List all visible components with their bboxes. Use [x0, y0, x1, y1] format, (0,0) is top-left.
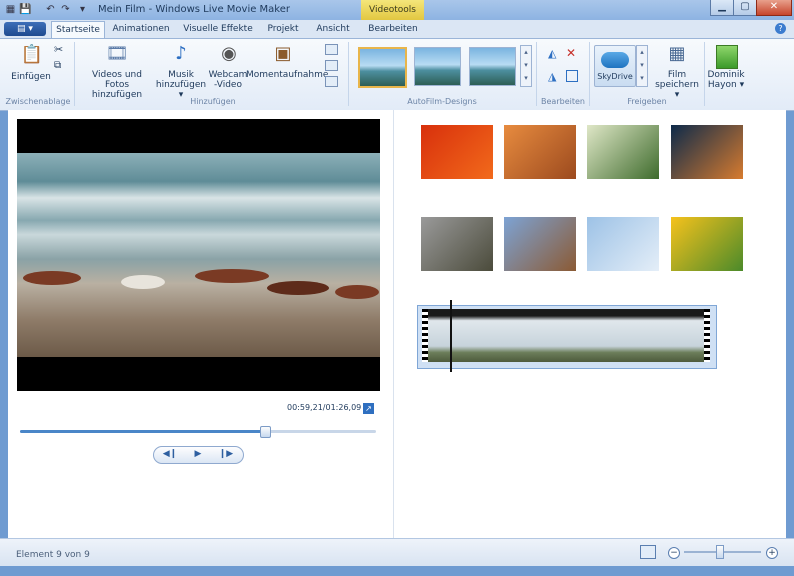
horse-shape: [121, 275, 165, 289]
webcam-video-button[interactable]: Webcam -Video: [208, 70, 248, 90]
group-label-zwischenablage: Zwischenablage: [5, 97, 71, 106]
tab-startseite[interactable]: Startseite: [51, 21, 105, 39]
copy-icon[interactable]: ⧉: [54, 60, 61, 71]
video-preview[interactable]: [17, 119, 380, 391]
avatar: [716, 45, 738, 69]
group-label-autofilm: AutoFilm-Designs: [407, 97, 477, 106]
select-all-icon[interactable]: [566, 70, 578, 82]
tab-animationen[interactable]: Animationen: [110, 21, 172, 38]
horse-shape: [335, 285, 379, 299]
autofilm-theme-3[interactable]: [469, 47, 516, 86]
time-display: 00:59,21/01:26,09: [287, 403, 362, 412]
seek-thumb[interactable]: [259, 426, 271, 438]
photo-tulips[interactable]: [671, 217, 743, 271]
webcam-icon: ◉: [221, 43, 237, 64]
add-music-line1: Musik: [168, 70, 194, 80]
fullscreen-icon[interactable]: ↗: [363, 403, 374, 414]
videotools-context-label: Videotools: [361, 0, 424, 20]
horse-shape: [195, 269, 269, 283]
playhead[interactable]: [450, 300, 452, 372]
group-label-freigeben: Freigeben: [627, 97, 667, 106]
photo-desert[interactable]: [504, 125, 576, 179]
group-label-hinzufuegen: Hinzufügen: [190, 97, 236, 106]
preview-frame-image: [17, 153, 380, 357]
save-icon[interactable]: 💾: [19, 3, 32, 16]
autofilm-theme-1[interactable]: [358, 47, 407, 88]
autofilm-theme-2[interactable]: [414, 47, 461, 86]
close-button[interactable]: ✕: [756, 0, 792, 16]
horse-shape: [267, 281, 329, 295]
play-button[interactable]: ▶: [184, 447, 212, 461]
paste-button[interactable]: Einfügen: [8, 72, 54, 82]
previous-frame-button[interactable]: ◀❙: [156, 447, 184, 461]
zoom-in-button[interactable]: +: [766, 547, 778, 559]
save-movie-icon: ▦: [668, 43, 686, 64]
filmstrip-sprocket-left: [422, 309, 428, 362]
tab-projekt[interactable]: Projekt: [262, 21, 304, 38]
aspect-ratio-icon[interactable]: [640, 545, 656, 559]
rotate-right-icon[interactable]: ◮: [548, 70, 556, 83]
ribbon-separator: [589, 42, 590, 106]
share-gallery-scroll[interactable]: ▴ ▾ ▾: [636, 45, 648, 87]
add-music-button[interactable]: Musik hinzufügen ▾: [154, 70, 208, 100]
clipboard-icon: 📋: [20, 44, 44, 65]
group-label-bearbeiten: Bearbeiten: [541, 97, 585, 106]
photo-koala[interactable]: [421, 217, 493, 271]
redo-icon[interactable]: ↷: [59, 3, 72, 16]
photo-chrysanthemum[interactable]: [421, 125, 493, 179]
photo-jellyfish[interactable]: [671, 125, 743, 179]
scissors-icon[interactable]: ✂: [54, 43, 63, 56]
horse-shape: [23, 271, 81, 285]
caption-icon[interactable]: [325, 44, 338, 55]
skydrive-cloud-icon: [601, 52, 629, 68]
skydrive-button[interactable]: SkyDrive: [594, 45, 636, 87]
seek-progress-fill: [20, 430, 265, 433]
user-first-name: Dominik: [707, 70, 745, 80]
quick-access-dropdown-icon[interactable]: ▾: [76, 3, 89, 16]
add-videos-photos-button[interactable]: Videos und Fotos hinzufügen: [80, 70, 154, 100]
ribbon-separator: [74, 42, 75, 106]
user-last-name: Hayon ▾: [707, 80, 745, 90]
credits-icon[interactable]: [325, 76, 338, 87]
window-frame-bottom: [0, 566, 794, 576]
user-account-button[interactable]: Dominik Hayon ▾: [704, 70, 748, 90]
ribbon-separator: [536, 42, 537, 106]
snapshot-icon: ▣: [274, 43, 292, 64]
minimize-button[interactable]: ▁: [710, 0, 734, 16]
status-text: Element 9 von 9: [16, 550, 90, 560]
app-menu-button[interactable]: ▤ ▾: [4, 22, 46, 36]
window-title: Mein Film - Windows Live Movie Maker: [98, 4, 291, 15]
delete-icon[interactable]: ✕: [566, 46, 576, 60]
music-note-icon: ♪: [175, 43, 187, 64]
photo-hydrangea[interactable]: [587, 125, 659, 179]
window-icon[interactable]: ▦: [4, 3, 17, 16]
film-photo-icon: 🎞: [105, 43, 129, 64]
next-frame-button[interactable]: ❙▶: [212, 447, 240, 461]
tab-ansicht[interactable]: Ansicht: [312, 21, 354, 38]
pane-divider[interactable]: [393, 110, 394, 538]
zoom-out-button[interactable]: −: [668, 547, 680, 559]
rotate-left-icon[interactable]: ◭: [548, 47, 556, 60]
ribbon-separator: [348, 42, 349, 106]
title-icon[interactable]: [325, 60, 338, 71]
save-movie-button[interactable]: Film speichern ▾: [654, 70, 700, 100]
theme-gallery-scroll[interactable]: ▴ ▾ ▾: [520, 45, 532, 87]
webcam-line1: Webcam: [208, 70, 248, 80]
photo-lighthouse[interactable]: [504, 217, 576, 271]
tab-bearbeiten[interactable]: Bearbeiten: [364, 21, 422, 38]
photo-penguins[interactable]: [587, 217, 659, 271]
filmstrip-sprocket-right: [704, 309, 710, 362]
maximize-button[interactable]: ▢: [733, 0, 757, 16]
undo-icon[interactable]: ↶: [44, 3, 57, 16]
add-videos-photos-line1: Videos und Fotos: [92, 70, 142, 90]
webcam-line2: -Video: [214, 80, 242, 90]
tab-visuelle-effekte[interactable]: Visuelle Effekte: [183, 21, 253, 38]
snapshot-button[interactable]: Momentaufnahme: [246, 70, 328, 80]
save-movie-line1: Film: [667, 70, 687, 80]
help-icon[interactable]: ?: [775, 23, 786, 34]
zoom-slider-thumb[interactable]: [715, 545, 724, 559]
skydrive-label: SkyDrive: [597, 72, 633, 81]
clip-filmstrip: [422, 309, 710, 362]
